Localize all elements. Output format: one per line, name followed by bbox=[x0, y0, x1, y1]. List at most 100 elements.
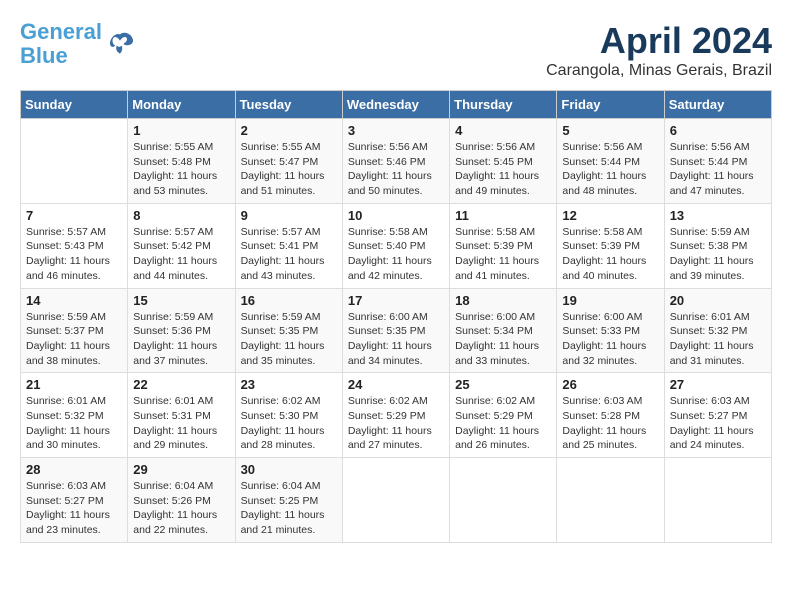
day-info: Sunrise: 6:04 AM Sunset: 5:25 PM Dayligh… bbox=[241, 479, 337, 538]
day-cell: 24 Sunrise: 6:02 AM Sunset: 5:29 PM Dayli… bbox=[342, 373, 449, 458]
day-info: Sunrise: 5:57 AM Sunset: 5:43 PM Dayligh… bbox=[26, 225, 122, 284]
day-info: Sunrise: 5:56 AM Sunset: 5:46 PM Dayligh… bbox=[348, 140, 444, 199]
day-number: 5 bbox=[562, 123, 658, 138]
day-cell: 2 Sunrise: 5:55 AM Sunset: 5:47 PM Daylig… bbox=[235, 119, 342, 204]
day-info: Sunrise: 6:03 AM Sunset: 5:28 PM Dayligh… bbox=[562, 394, 658, 453]
day-info: Sunrise: 6:00 AM Sunset: 5:35 PM Dayligh… bbox=[348, 310, 444, 369]
day-cell: 7 Sunrise: 5:57 AM Sunset: 5:43 PM Daylig… bbox=[21, 203, 128, 288]
day-number: 23 bbox=[241, 377, 337, 392]
day-number: 6 bbox=[670, 123, 766, 138]
day-cell: 3 Sunrise: 5:56 AM Sunset: 5:46 PM Daylig… bbox=[342, 119, 449, 204]
day-info: Sunrise: 5:55 AM Sunset: 5:48 PM Dayligh… bbox=[133, 140, 229, 199]
day-number: 21 bbox=[26, 377, 122, 392]
day-cell: 11Sunrise: 5:58 AM Sunset: 5:39 PM Dayli… bbox=[450, 203, 557, 288]
day-number: 25 bbox=[455, 377, 551, 392]
day-number: 7 bbox=[26, 208, 122, 223]
day-cell: 8Sunrise: 5:57 AM Sunset: 5:42 PM Daylig… bbox=[128, 203, 235, 288]
logo: General Blue bbox=[20, 20, 136, 68]
day-info: Sunrise: 5:58 AM Sunset: 5:40 PM Dayligh… bbox=[348, 225, 444, 284]
day-number: 11 bbox=[455, 208, 551, 223]
day-cell bbox=[664, 458, 771, 543]
day-info: Sunrise: 6:04 AM Sunset: 5:26 PM Dayligh… bbox=[133, 479, 229, 538]
weekday-header-wednesday: Wednesday bbox=[342, 91, 449, 119]
day-cell: 19 Sunrise: 6:00 AM Sunset: 5:33 PM Dayli… bbox=[557, 288, 664, 373]
day-info: Sunrise: 5:57 AM Sunset: 5:41 PM Dayligh… bbox=[241, 225, 337, 284]
weekday-header-saturday: Saturday bbox=[664, 91, 771, 119]
day-cell: 6 Sunrise: 5:56 AM Sunset: 5:44 PM Daylig… bbox=[664, 119, 771, 204]
day-info: Sunrise: 6:00 AM Sunset: 5:33 PM Dayligh… bbox=[562, 310, 658, 369]
day-cell: 13Sunrise: 5:59 AM Sunset: 5:38 PM Dayli… bbox=[664, 203, 771, 288]
day-info: Sunrise: 6:03 AM Sunset: 5:27 PM Dayligh… bbox=[26, 479, 122, 538]
weekday-header-row: SundayMondayTuesdayWednesdayThursdayFrid… bbox=[21, 91, 772, 119]
day-number: 3 bbox=[348, 123, 444, 138]
day-number: 16 bbox=[241, 293, 337, 308]
day-number: 9 bbox=[241, 208, 337, 223]
day-info: Sunrise: 5:59 AM Sunset: 5:37 PM Dayligh… bbox=[26, 310, 122, 369]
day-info: Sunrise: 5:59 AM Sunset: 5:35 PM Dayligh… bbox=[241, 310, 337, 369]
day-number: 26 bbox=[562, 377, 658, 392]
day-number: 30 bbox=[241, 462, 337, 477]
day-number: 28 bbox=[26, 462, 122, 477]
day-cell: 30 Sunrise: 6:04 AM Sunset: 5:25 PM Dayli… bbox=[235, 458, 342, 543]
day-number: 12 bbox=[562, 208, 658, 223]
title-block: April 2024 Carangola, Minas Gerais, Braz… bbox=[546, 20, 772, 80]
day-cell: 16 Sunrise: 5:59 AM Sunset: 5:35 PM Dayli… bbox=[235, 288, 342, 373]
day-number: 2 bbox=[241, 123, 337, 138]
day-info: Sunrise: 6:03 AM Sunset: 5:27 PM Dayligh… bbox=[670, 394, 766, 453]
day-cell: 20Sunrise: 6:01 AM Sunset: 5:32 PM Dayli… bbox=[664, 288, 771, 373]
day-info: Sunrise: 5:57 AM Sunset: 5:42 PM Dayligh… bbox=[133, 225, 229, 284]
day-cell bbox=[450, 458, 557, 543]
day-number: 22 bbox=[133, 377, 229, 392]
subtitle: Carangola, Minas Gerais, Brazil bbox=[546, 62, 772, 80]
day-cell: 1 Sunrise: 5:55 AM Sunset: 5:48 PM Daylig… bbox=[128, 119, 235, 204]
day-cell bbox=[342, 458, 449, 543]
page-header: General Blue April 2024 Carangola, Minas… bbox=[20, 20, 772, 80]
day-info: Sunrise: 5:55 AM Sunset: 5:47 PM Dayligh… bbox=[241, 140, 337, 199]
day-cell: 27 Sunrise: 6:03 AM Sunset: 5:27 PM Dayli… bbox=[664, 373, 771, 458]
day-cell: 15 Sunrise: 5:59 AM Sunset: 5:36 PM Dayli… bbox=[128, 288, 235, 373]
day-info: Sunrise: 6:00 AM Sunset: 5:34 PM Dayligh… bbox=[455, 310, 551, 369]
day-number: 24 bbox=[348, 377, 444, 392]
day-cell: 17 Sunrise: 6:00 AM Sunset: 5:35 PM Dayli… bbox=[342, 288, 449, 373]
day-info: Sunrise: 5:56 AM Sunset: 5:44 PM Dayligh… bbox=[670, 140, 766, 199]
day-cell bbox=[557, 458, 664, 543]
week-row-4: 21 Sunrise: 6:01 AM Sunset: 5:32 PM Dayli… bbox=[21, 373, 772, 458]
day-info: Sunrise: 5:58 AM Sunset: 5:39 PM Dayligh… bbox=[562, 225, 658, 284]
day-number: 13 bbox=[670, 208, 766, 223]
weekday-header-sunday: Sunday bbox=[21, 91, 128, 119]
day-cell: 9 Sunrise: 5:57 AM Sunset: 5:41 PM Daylig… bbox=[235, 203, 342, 288]
day-number: 27 bbox=[670, 377, 766, 392]
day-cell: 25 Sunrise: 6:02 AM Sunset: 5:29 PM Dayli… bbox=[450, 373, 557, 458]
calendar-table: SundayMondayTuesdayWednesdayThursdayFrid… bbox=[20, 90, 772, 543]
day-cell: 23Sunrise: 6:02 AM Sunset: 5:30 PM Dayli… bbox=[235, 373, 342, 458]
day-number: 19 bbox=[562, 293, 658, 308]
weekday-header-thursday: Thursday bbox=[450, 91, 557, 119]
logo-bird-icon bbox=[104, 28, 136, 60]
day-cell: 22Sunrise: 6:01 AM Sunset: 5:31 PM Dayli… bbox=[128, 373, 235, 458]
week-row-5: 28 Sunrise: 6:03 AM Sunset: 5:27 PM Dayli… bbox=[21, 458, 772, 543]
day-number: 15 bbox=[133, 293, 229, 308]
day-number: 10 bbox=[348, 208, 444, 223]
day-info: Sunrise: 5:56 AM Sunset: 5:45 PM Dayligh… bbox=[455, 140, 551, 199]
day-number: 17 bbox=[348, 293, 444, 308]
day-cell: 18Sunrise: 6:00 AM Sunset: 5:34 PM Dayli… bbox=[450, 288, 557, 373]
day-cell: 5Sunrise: 5:56 AM Sunset: 5:44 PM Daylig… bbox=[557, 119, 664, 204]
day-number: 29 bbox=[133, 462, 229, 477]
day-info: Sunrise: 5:59 AM Sunset: 5:36 PM Dayligh… bbox=[133, 310, 229, 369]
day-cell: 12 Sunrise: 5:58 AM Sunset: 5:39 PM Dayli… bbox=[557, 203, 664, 288]
day-cell: 10 Sunrise: 5:58 AM Sunset: 5:40 PM Dayli… bbox=[342, 203, 449, 288]
day-cell: 21 Sunrise: 6:01 AM Sunset: 5:32 PM Dayli… bbox=[21, 373, 128, 458]
day-cell: 14 Sunrise: 5:59 AM Sunset: 5:37 PM Dayli… bbox=[21, 288, 128, 373]
weekday-header-monday: Monday bbox=[128, 91, 235, 119]
day-number: 1 bbox=[133, 123, 229, 138]
day-info: Sunrise: 6:01 AM Sunset: 5:32 PM Dayligh… bbox=[670, 310, 766, 369]
day-cell: 29 Sunrise: 6:04 AM Sunset: 5:26 PM Dayli… bbox=[128, 458, 235, 543]
weekday-header-friday: Friday bbox=[557, 91, 664, 119]
day-info: Sunrise: 6:02 AM Sunset: 5:29 PM Dayligh… bbox=[348, 394, 444, 453]
day-info: Sunrise: 6:02 AM Sunset: 5:29 PM Dayligh… bbox=[455, 394, 551, 453]
day-info: Sunrise: 6:01 AM Sunset: 5:32 PM Dayligh… bbox=[26, 394, 122, 453]
month-title: April 2024 bbox=[546, 20, 772, 62]
day-cell: 26 Sunrise: 6:03 AM Sunset: 5:28 PM Dayli… bbox=[557, 373, 664, 458]
week-row-1: 1 Sunrise: 5:55 AM Sunset: 5:48 PM Daylig… bbox=[21, 119, 772, 204]
day-number: 14 bbox=[26, 293, 122, 308]
